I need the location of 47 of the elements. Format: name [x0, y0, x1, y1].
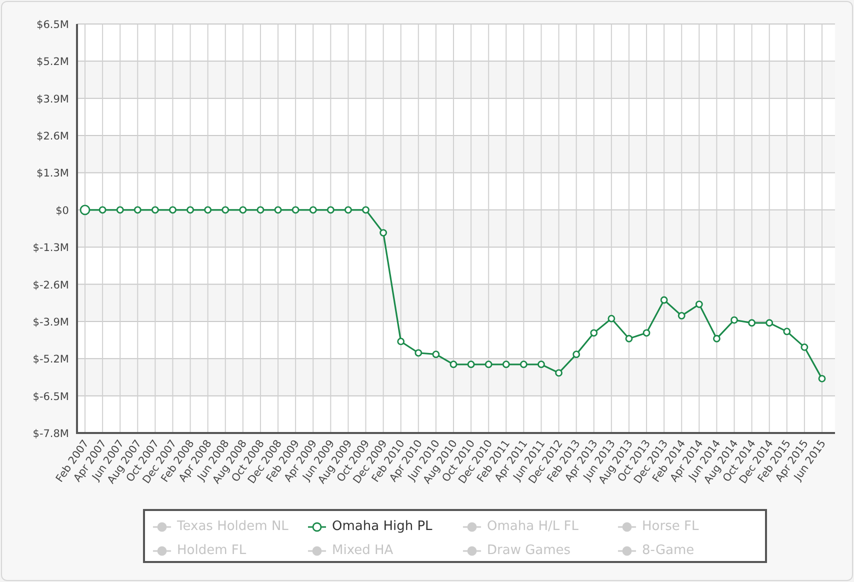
data-point [467, 360, 475, 368]
legend-item[interactable]: 8-Game [618, 540, 768, 561]
legend-item[interactable]: Horse FL [618, 516, 768, 537]
legend-item[interactable]: Draw Games [463, 540, 618, 561]
axis-label: $-5.2M [32, 354, 69, 366]
data-point [678, 312, 686, 320]
axis-label: $1.3M [36, 168, 69, 180]
data-point [713, 334, 720, 342]
series-marker-icon [153, 546, 171, 556]
axis-label: $2.6M [36, 130, 69, 143]
series-marker-icon [618, 546, 636, 556]
data-point [397, 338, 405, 346]
data-point [380, 229, 387, 236]
axis-label: $-3.9M [32, 316, 69, 328]
axis-label: $-7.8M [32, 428, 69, 440]
data-point [538, 360, 545, 368]
legend-item[interactable]: Omaha H/L FL [463, 516, 618, 537]
legend-item[interactable]: Texas Holdem NL [153, 516, 308, 537]
data-point [695, 300, 703, 308]
data-point [800, 344, 808, 351]
data-point [484, 360, 492, 368]
series-marker-icon [463, 522, 481, 532]
data-point [502, 360, 510, 368]
series-marker-icon [153, 522, 171, 532]
series-marker-icon [308, 546, 326, 556]
legend-item[interactable]: Omaha High PL [308, 516, 463, 537]
legend-item[interactable]: Mixed HA [308, 540, 463, 561]
series-marker-icon [463, 546, 481, 556]
data-point [642, 329, 650, 337]
data-point [818, 374, 826, 382]
data-point [660, 296, 668, 304]
data-point [590, 329, 598, 337]
data-point [625, 334, 633, 342]
data-point [783, 328, 791, 336]
axis-label: $6.5M [36, 19, 69, 31]
series-marker-icon [308, 522, 326, 532]
axis-label: $0 [56, 204, 69, 217]
data-point [520, 360, 528, 368]
axis-label: $5.2M [36, 56, 69, 68]
axis-label: $-1.3M [32, 242, 69, 254]
axis-label: $3.9M [36, 93, 69, 106]
axis-label: $-6.5M [32, 390, 69, 403]
series-marker-icon [618, 522, 636, 532]
axis-label: $-2.6M [32, 279, 69, 292]
data-point [450, 360, 458, 368]
legend-item[interactable]: Holdem FL [153, 540, 308, 561]
data-point [555, 369, 562, 377]
